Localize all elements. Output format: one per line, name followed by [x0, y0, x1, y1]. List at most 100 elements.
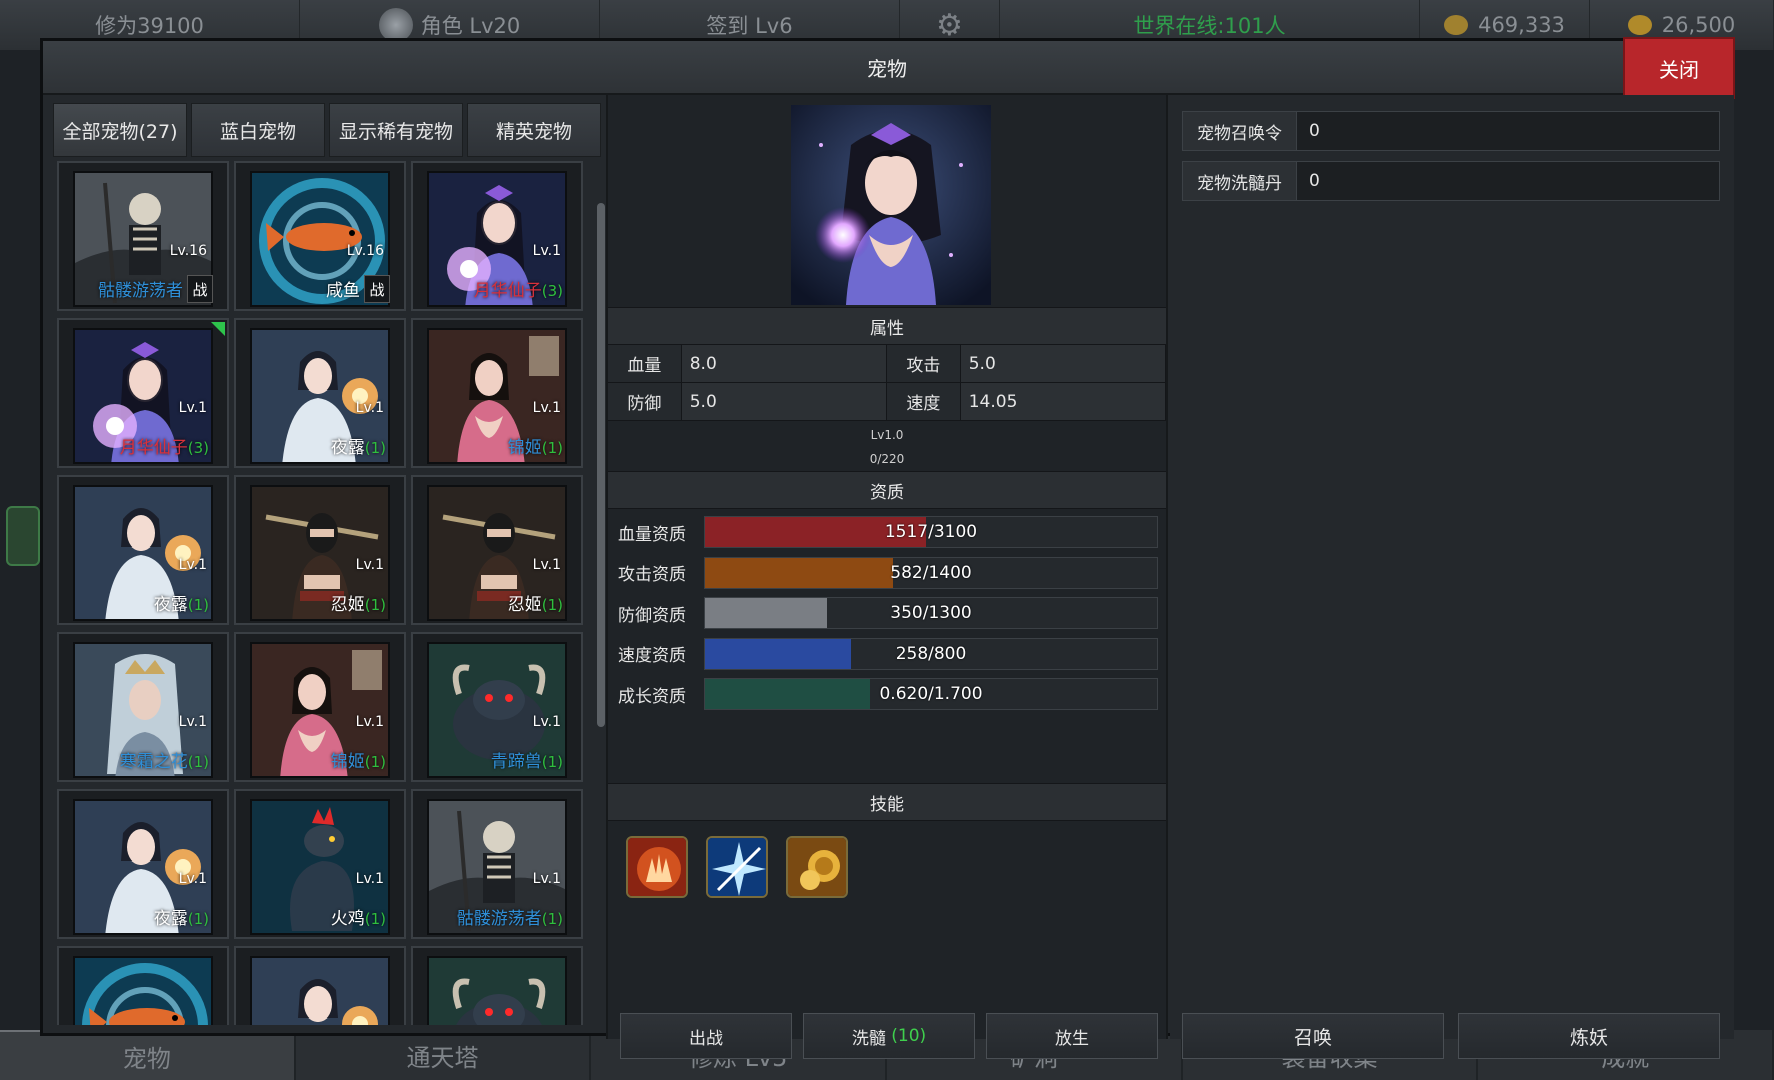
release-button[interactable]: 放生	[986, 1013, 1158, 1059]
pet-level: Lv.1	[532, 871, 561, 887]
battle-tag: 战	[187, 275, 213, 303]
pet-card[interactable]: Lv.1 月华仙子(3)	[57, 318, 229, 468]
pet-list-panel: 全部宠物(27) 蓝白宠物 显示稀有宠物 精英宠物 Lv.16 骷髅游荡者战 Lv.…	[53, 103, 605, 1029]
pet-modal: 宠物 关闭 全部宠物(27) 蓝白宠物 显示稀有宠物 精英宠物 Lv.16 骷髅游…	[40, 37, 1735, 1059]
pet-name-text: 骷髅游荡者	[98, 281, 183, 301]
nav-tower[interactable]: 通天塔	[296, 1030, 592, 1080]
pet-card[interactable]: Lv.1 忍姬(1)	[411, 475, 583, 625]
pet-count: (1)	[541, 910, 563, 928]
refine-pill-row: 宠物洗髓丹 0	[1182, 161, 1720, 201]
pet-name: 忍姬(1)	[431, 590, 563, 615]
pet-name-text: 夜露	[153, 595, 188, 615]
filter-tabs: 全部宠物(27) 蓝白宠物 显示稀有宠物 精英宠物	[53, 103, 601, 157]
refine-button[interactable]: 洗髓 (10)	[803, 1013, 975, 1059]
pet-name-text: 忍姬	[330, 595, 365, 615]
item-value: 0	[1297, 162, 1719, 200]
filter-rare[interactable]: 显示稀有宠物	[329, 103, 463, 157]
pet-count: (3)	[187, 439, 209, 457]
pet-level: Lv.1	[178, 714, 207, 730]
ice-burst-icon[interactable]	[706, 836, 768, 898]
pet-count: (1)	[364, 596, 386, 614]
pet-level: Lv.1	[532, 243, 561, 259]
pet-name: 锦姬(1)	[254, 747, 386, 772]
battle-tag: 战	[364, 275, 390, 303]
gem-value: 26,500	[1661, 13, 1736, 37]
side-expand-tab[interactable]	[6, 506, 40, 566]
pet-card[interactable]: Lv.1 骷髅游荡者(1)	[411, 789, 583, 939]
pet-card[interactable]	[411, 946, 583, 1025]
pet-card[interactable]: Lv.1 夜露(1)	[57, 789, 229, 939]
aptitude-label: 血量资质	[618, 524, 686, 545]
pet-count: (3)	[541, 282, 563, 300]
pet-name-text: 青蹄兽	[490, 752, 542, 772]
aptitude-bar: 582/1400	[704, 556, 1158, 589]
pet-card[interactable]	[234, 946, 406, 1025]
pet-count: (1)	[541, 439, 563, 457]
summon-button[interactable]: 召唤	[1182, 1013, 1444, 1059]
spd-label: 速度	[887, 383, 961, 420]
pet-portrait	[791, 105, 991, 305]
pet-level: Lv.1	[355, 557, 384, 573]
pet-card[interactable]: Lv.1 夜露(1)	[234, 318, 406, 468]
aptitude-label: 成长资质	[618, 686, 686, 707]
modal-header: 宠物	[43, 41, 1731, 95]
filter-blue-white[interactable]: 蓝白宠物	[191, 103, 325, 157]
hp-value: 8.0	[681, 345, 887, 382]
pet-level: Lv.1	[532, 400, 561, 416]
pet-card[interactable]: Lv.1 火鸡(1)	[234, 789, 406, 939]
item-panel: 宠物召唤令 0 宠物洗髓丹 0 召唤 炼妖	[1170, 95, 1734, 1059]
gold-coin-icon	[1444, 15, 1469, 35]
pet-card[interactable]: Lv.1 忍姬(1)	[234, 475, 406, 625]
atk-value: 5.0	[960, 345, 1166, 382]
nav-pet[interactable]: 宠物	[0, 1030, 296, 1080]
pet-name-text: 寒霜之花	[119, 752, 188, 772]
close-button[interactable]: 关闭	[1623, 37, 1735, 99]
pet-card[interactable]: Lv.1 青蹄兽(1)	[411, 632, 583, 782]
golden-coin-icon[interactable]	[786, 836, 848, 898]
pet-name: 青蹄兽(1)	[431, 747, 563, 772]
pet-level: Lv.1	[355, 400, 384, 416]
refine-demon-button[interactable]: 炼妖	[1458, 1013, 1720, 1059]
filter-elite[interactable]: 精英宠物	[467, 103, 601, 157]
pet-level: Lv.1	[355, 714, 384, 730]
pet-count: (1)	[364, 439, 386, 457]
pet-image	[73, 956, 213, 1025]
pet-level: Lv.16	[346, 243, 384, 259]
pet-card[interactable]: Lv.16 咸鱼战	[234, 161, 406, 311]
pet-card[interactable]: Lv.1 寒霜之花(1)	[57, 632, 229, 782]
pet-name-text: 咸鱼	[326, 281, 360, 301]
pet-count: (1)	[364, 753, 386, 771]
skills-header: 技能	[608, 783, 1166, 821]
pet-card[interactable]: Lv.1 锦姬(1)	[234, 632, 406, 782]
aptitude-header: 资质	[608, 471, 1166, 509]
pet-name: 火鸡(1)	[254, 904, 386, 929]
pet-card[interactable]: Lv.1 锦姬(1)	[411, 318, 583, 468]
pet-name: 骷髅游荡者	[77, 276, 183, 301]
battle-button[interactable]: 出战	[620, 1013, 792, 1059]
pet-name-text: 忍姬	[507, 595, 542, 615]
filter-all[interactable]: 全部宠物(27)	[53, 103, 187, 157]
pet-image	[250, 956, 390, 1025]
aptitude-row: 血量资质 1517/3100	[618, 515, 1158, 549]
pet-name: 咸鱼	[254, 276, 360, 301]
pet-card[interactable]: Lv.1 月华仙子(3)	[411, 161, 583, 311]
aptitude-label: 攻击资质	[618, 565, 686, 585]
aptitude-value: 350/1300	[890, 603, 972, 623]
pet-name-text: 骷髅游荡者	[456, 909, 542, 929]
pet-level: Lv.1	[178, 557, 207, 573]
pet-level: Lv.1	[178, 871, 207, 887]
pet-count: (1)	[187, 910, 209, 928]
scrollbar[interactable]	[597, 203, 605, 727]
aptitude-row: 速度资质 258/800	[618, 637, 1158, 671]
pet-card[interactable]: Lv.16 骷髅游荡者战	[57, 161, 229, 311]
pet-name-text: 火鸡	[330, 909, 365, 929]
pet-card[interactable]	[57, 946, 229, 1025]
gold-value: 469,333	[1478, 13, 1565, 37]
flame-claw-icon[interactable]	[626, 836, 688, 898]
atk-label: 攻击	[887, 345, 961, 382]
pet-level: Lv.16	[169, 243, 207, 259]
pet-name: 夜露(1)	[254, 433, 386, 458]
pet-level: Lv.1	[178, 400, 207, 416]
refine-count: (10)	[891, 1026, 927, 1046]
pet-card[interactable]: Lv.1 夜露(1)	[57, 475, 229, 625]
